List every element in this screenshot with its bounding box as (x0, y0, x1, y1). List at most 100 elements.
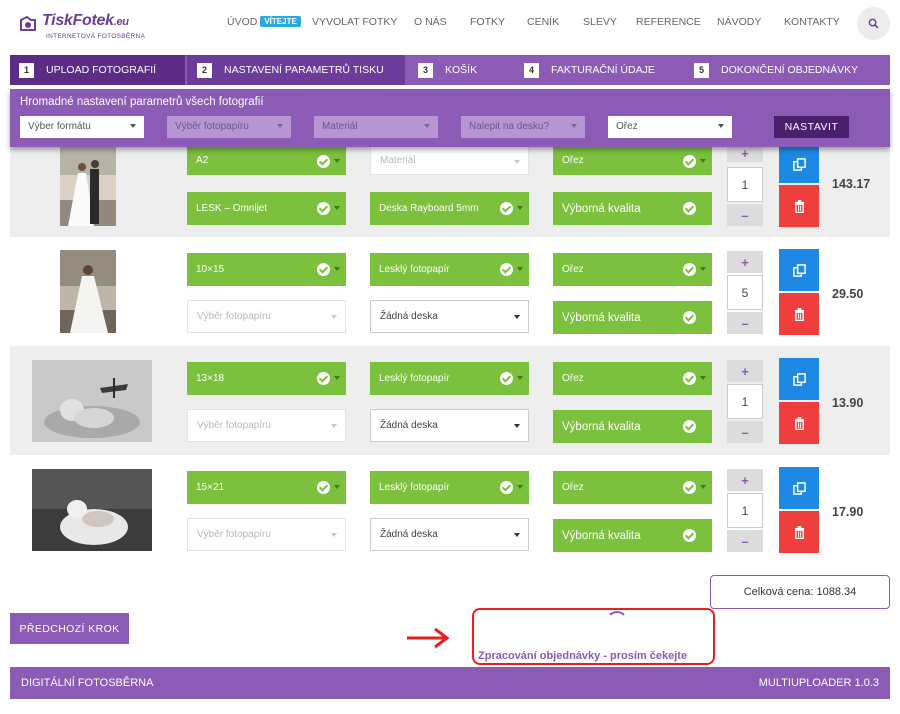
chevron-down-icon (514, 160, 520, 164)
nav-item-navody[interactable]: NÁVODY (717, 16, 761, 28)
board-select[interactable]: Žádná deska (370, 300, 529, 333)
copy-icon (792, 481, 806, 495)
quantity-increase-button[interactable]: + (727, 145, 763, 162)
crop-select[interactable]: Ořez (553, 253, 712, 286)
quality-indicator: Výborná kvalita (553, 410, 712, 443)
board-select[interactable]: Deska Rayboard 5mm (370, 192, 529, 225)
material-select[interactable]: Lesklý fotopapír (370, 362, 529, 395)
photo-thumbnail[interactable] (60, 250, 116, 333)
quantity-increase-button[interactable]: + (727, 469, 763, 491)
bulk-settings-title: Hromadné nastavení parametrů všech fotog… (20, 96, 264, 108)
chevron-down-icon (514, 315, 520, 319)
check-icon (683, 372, 696, 385)
photo-row: 13×18 Lesklý fotopapír Ořez Výběr fotopa… (10, 346, 890, 455)
quantity-input[interactable]: 1 (727, 167, 763, 202)
step-billing[interactable]: 4 FAKTURAČNÍ ÚDAJE (524, 55, 655, 85)
nav-item-fotky[interactable]: FOTKY (470, 16, 505, 28)
format-select[interactable]: 15×21 (187, 471, 346, 504)
photo-price: 29.50 (832, 287, 864, 301)
chevron-down-icon (700, 376, 706, 380)
crop-select[interactable]: Ořez (553, 471, 712, 504)
quantity-input[interactable]: 1 (727, 384, 763, 419)
nav-item-kontakty[interactable]: KONTAKTY (784, 16, 840, 28)
material-select[interactable]: Lesklý fotopapír (370, 253, 529, 286)
quantity-input[interactable]: 1 (727, 493, 763, 528)
chevron-down-icon (424, 124, 430, 128)
chevron-down-icon (700, 267, 706, 271)
photo-thumbnail[interactable] (32, 469, 152, 551)
paper-select[interactable]: Výběr fotopapíru (187, 300, 346, 333)
step-upload[interactable]: 1 UPLOAD FOTOGRAFIÍ (10, 55, 185, 85)
delete-photo-button[interactable] (779, 185, 819, 227)
quality-indicator: Výborná kvalita (553, 301, 712, 334)
paper-select[interactable]: Výběr fotopapíru (187, 518, 346, 551)
nav-item-o-nas[interactable]: O NÁS (414, 16, 447, 28)
apply-bulk-button[interactable]: NASTAVIT (774, 116, 849, 138)
step-label: NASTAVENÍ PARAMETRŮ TISKU (224, 64, 384, 76)
material-select[interactable]: Lesklý fotopapír (370, 471, 529, 504)
board-select[interactable]: Žádná deska (370, 409, 529, 442)
quantity-input[interactable]: 5 (727, 275, 763, 310)
photo-price: 13.90 (832, 396, 864, 410)
format-select[interactable]: A2 (187, 145, 346, 175)
check-icon (683, 263, 696, 276)
bulk-board-select[interactable]: Nalepit na desku? (461, 116, 585, 138)
copy-photo-button[interactable] (779, 249, 819, 291)
bulk-material-select[interactable]: Materiál (314, 116, 438, 138)
check-icon (500, 372, 513, 385)
step-cart[interactable]: 3 KOŠÍK (418, 55, 477, 85)
processing-message: Zpracování objednávky - prosím čekejte (478, 650, 688, 662)
chevron-down-icon (331, 533, 337, 537)
quantity-decrease-button[interactable]: – (727, 421, 763, 443)
crop-select[interactable]: Ořez (553, 362, 712, 395)
quantity-decrease-button[interactable]: – (727, 312, 763, 334)
loading-spinner-icon (606, 611, 628, 633)
step-label: UPLOAD FOTOGRAFIÍ (46, 64, 157, 76)
paper-select[interactable]: Výběr fotopapíru (187, 409, 346, 442)
bulk-crop-select[interactable]: Ořez (608, 116, 732, 138)
quantity-decrease-button[interactable]: – (727, 530, 763, 552)
photo-thumbnail[interactable] (32, 360, 152, 442)
nav-item-vyvolat-fotky[interactable]: VYVOLAT FOTKY (312, 16, 397, 28)
quantity-increase-button[interactable]: + (727, 360, 763, 382)
step-print-settings[interactable]: 2 NASTAVENÍ PARAMETRŮ TISKU (187, 55, 405, 85)
trash-icon (794, 525, 804, 539)
chevron-down-icon (277, 124, 283, 128)
check-icon (683, 311, 696, 324)
nav-item-cenik[interactable]: CENÍK (527, 16, 559, 28)
step-label: KOŠÍK (445, 64, 478, 76)
quantity-decrease-button[interactable]: – (727, 204, 763, 226)
copy-photo-button[interactable] (779, 358, 819, 400)
format-select[interactable]: 13×18 (187, 362, 346, 395)
page-footer: DIGITÁLNÍ FOTOSBĚRNA MULTIUPLOADER 1.0.3 (10, 667, 890, 699)
bulk-format-select[interactable]: Výber formátu (20, 116, 144, 138)
check-icon (683, 202, 696, 215)
chevron-down-icon (700, 485, 706, 489)
copy-photo-button[interactable] (779, 467, 819, 509)
check-icon (683, 155, 696, 168)
photo-thumbnail[interactable] (60, 145, 116, 226)
format-select[interactable]: 10×15 (187, 253, 346, 286)
delete-photo-button[interactable] (779, 293, 819, 335)
quantity-increase-button[interactable]: + (727, 251, 763, 273)
nav-item-slevy[interactable]: SLEVY (583, 16, 617, 28)
copy-photo-button[interactable] (779, 145, 819, 183)
material-select[interactable]: Materiál (370, 145, 529, 175)
delete-photo-button[interactable] (779, 511, 819, 553)
delete-photo-button[interactable] (779, 402, 819, 444)
nav-item-reference[interactable]: REFERENCE (636, 16, 701, 28)
board-select[interactable]: Žádná deska (370, 518, 529, 551)
copy-icon (792, 372, 806, 386)
nav-item-uvod[interactable]: ÚVOD VÍTEJTE (227, 16, 301, 28)
welcome-badge: VÍTEJTE (260, 16, 301, 27)
search-button[interactable] (857, 7, 890, 40)
previous-step-button[interactable]: PŘEDCHOZÍ KROK (10, 613, 129, 644)
photo-price: 17.90 (832, 505, 864, 519)
photo-price: 143.17 (832, 177, 871, 191)
paper-select[interactable]: LESK – Omnijet (187, 192, 346, 225)
crop-select[interactable]: Ořez (553, 145, 712, 175)
site-logo[interactable]: TiskFotek.eu INTERNETOVÁ FOTOSBĚRNA (18, 10, 145, 44)
step-finish[interactable]: 5 DOKONČENÍ OBJEDNÁVKY (694, 55, 858, 85)
check-icon (317, 263, 330, 276)
bulk-paper-select[interactable]: Výběr fotopapíru (167, 116, 291, 138)
